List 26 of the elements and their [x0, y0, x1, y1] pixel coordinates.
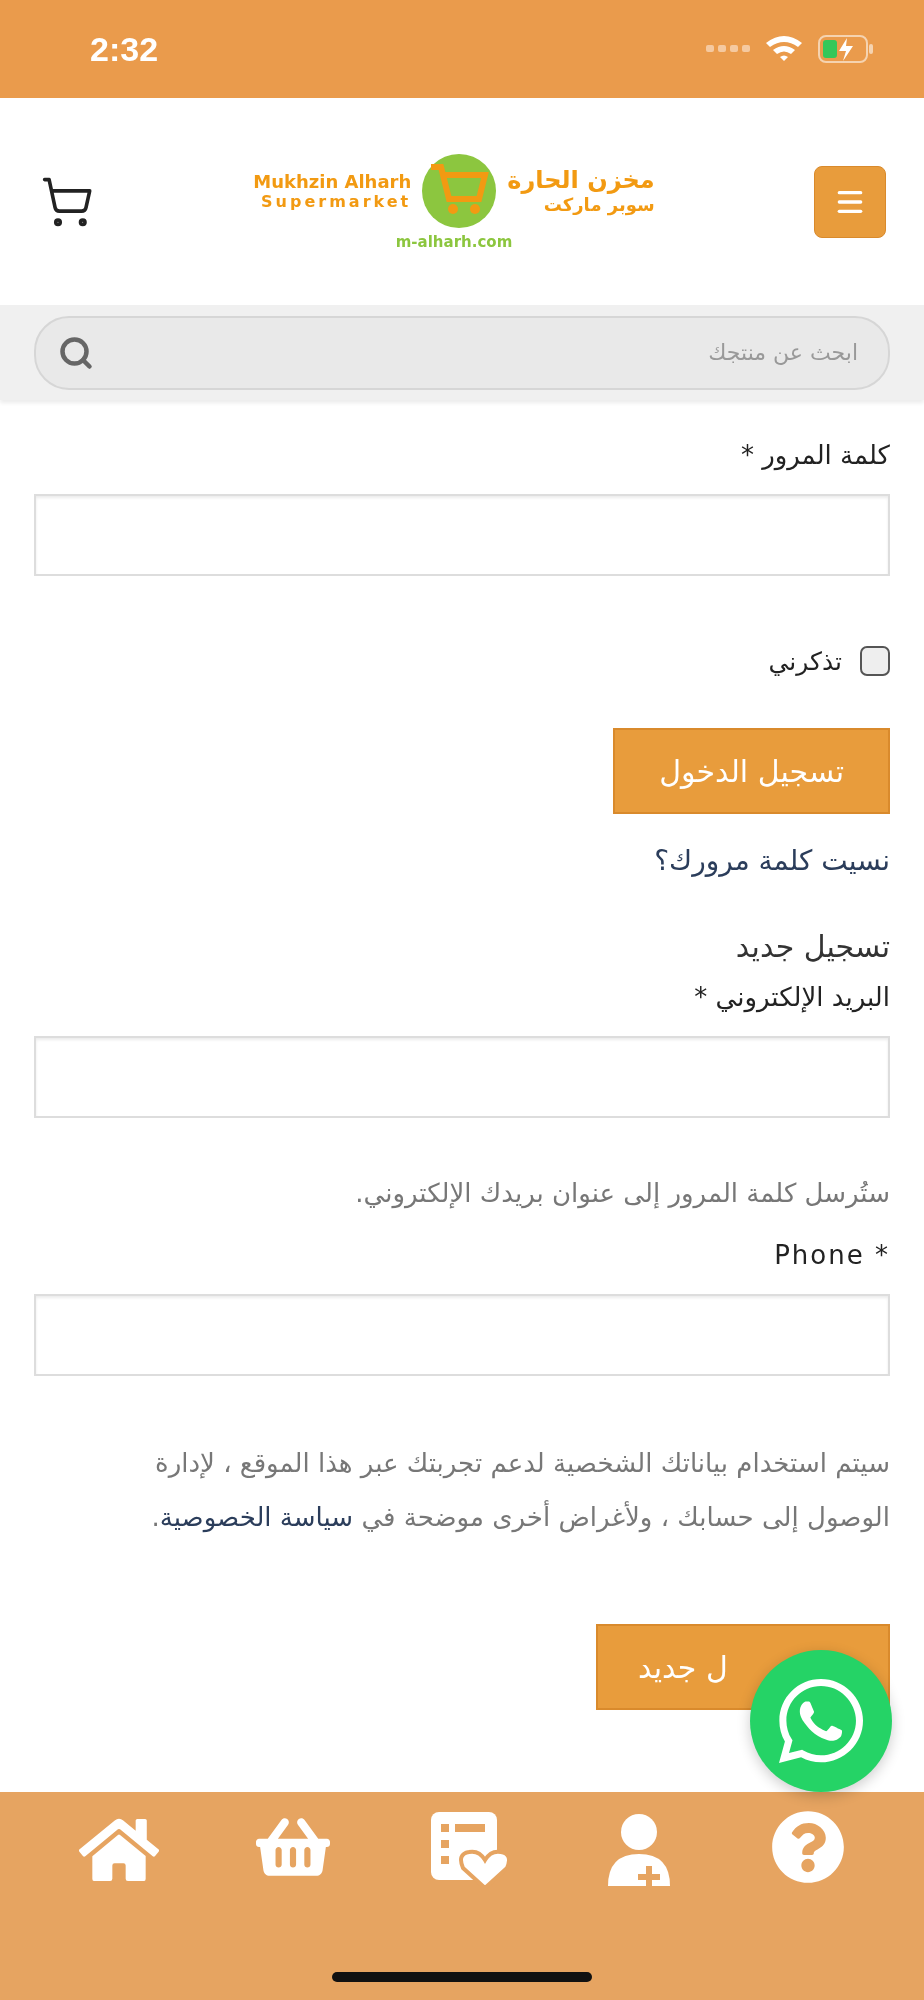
logo-text: Supermarket — [261, 191, 412, 211]
email-field[interactable] — [34, 1036, 890, 1118]
forgot-password-link[interactable]: نسيت كلمة مرورك؟ — [654, 844, 890, 877]
section-heading: تسجيل جديد — [735, 929, 890, 964]
field-label: Phone * — [774, 1240, 890, 1270]
search-icon[interactable] — [58, 334, 94, 371]
menu-button[interactable] — [814, 165, 886, 238]
battery-icon — [818, 35, 874, 63]
privacy-text: سيتم استخدام بياناتك الشخصية لدعم تجربتك عبر هذا الموقع ، لإدارة الوصول إلى حسابك ، ولأغراض أخرى موضحة في سياسة الخصوصية. — [150, 1447, 890, 1535]
checkbox-label: تذكرني — [768, 646, 842, 676]
signal-icon — [706, 45, 750, 53]
privacy-policy-link[interactable]: سياسة الخصوصية — [159, 1502, 354, 1532]
phone-field[interactable] — [34, 1294, 890, 1376]
password-note: ستُرسل كلمة المرور إلى عنوان بريدك الإلكتروني. — [354, 1178, 890, 1208]
field-label: البريد الإلكتروني * — [694, 982, 890, 1012]
field-label: كلمة المرور * — [740, 440, 890, 470]
search-field[interactable]: ابحث عن منتجك — [34, 315, 890, 390]
logo-text: Mukhzin Alharh — [253, 170, 412, 192]
logo-domain: m-alharh.com — [395, 232, 513, 251]
clock: 2:32 — [90, 29, 159, 69]
wifi-icon — [766, 35, 802, 63]
password-field[interactable] — [34, 494, 890, 576]
remember-checkbox[interactable] — [860, 646, 890, 676]
logo-text: سوبر ماركت — [543, 194, 655, 215]
cart-logo-icon — [421, 152, 498, 229]
logo-text: مخزن الحارة — [507, 166, 655, 194]
